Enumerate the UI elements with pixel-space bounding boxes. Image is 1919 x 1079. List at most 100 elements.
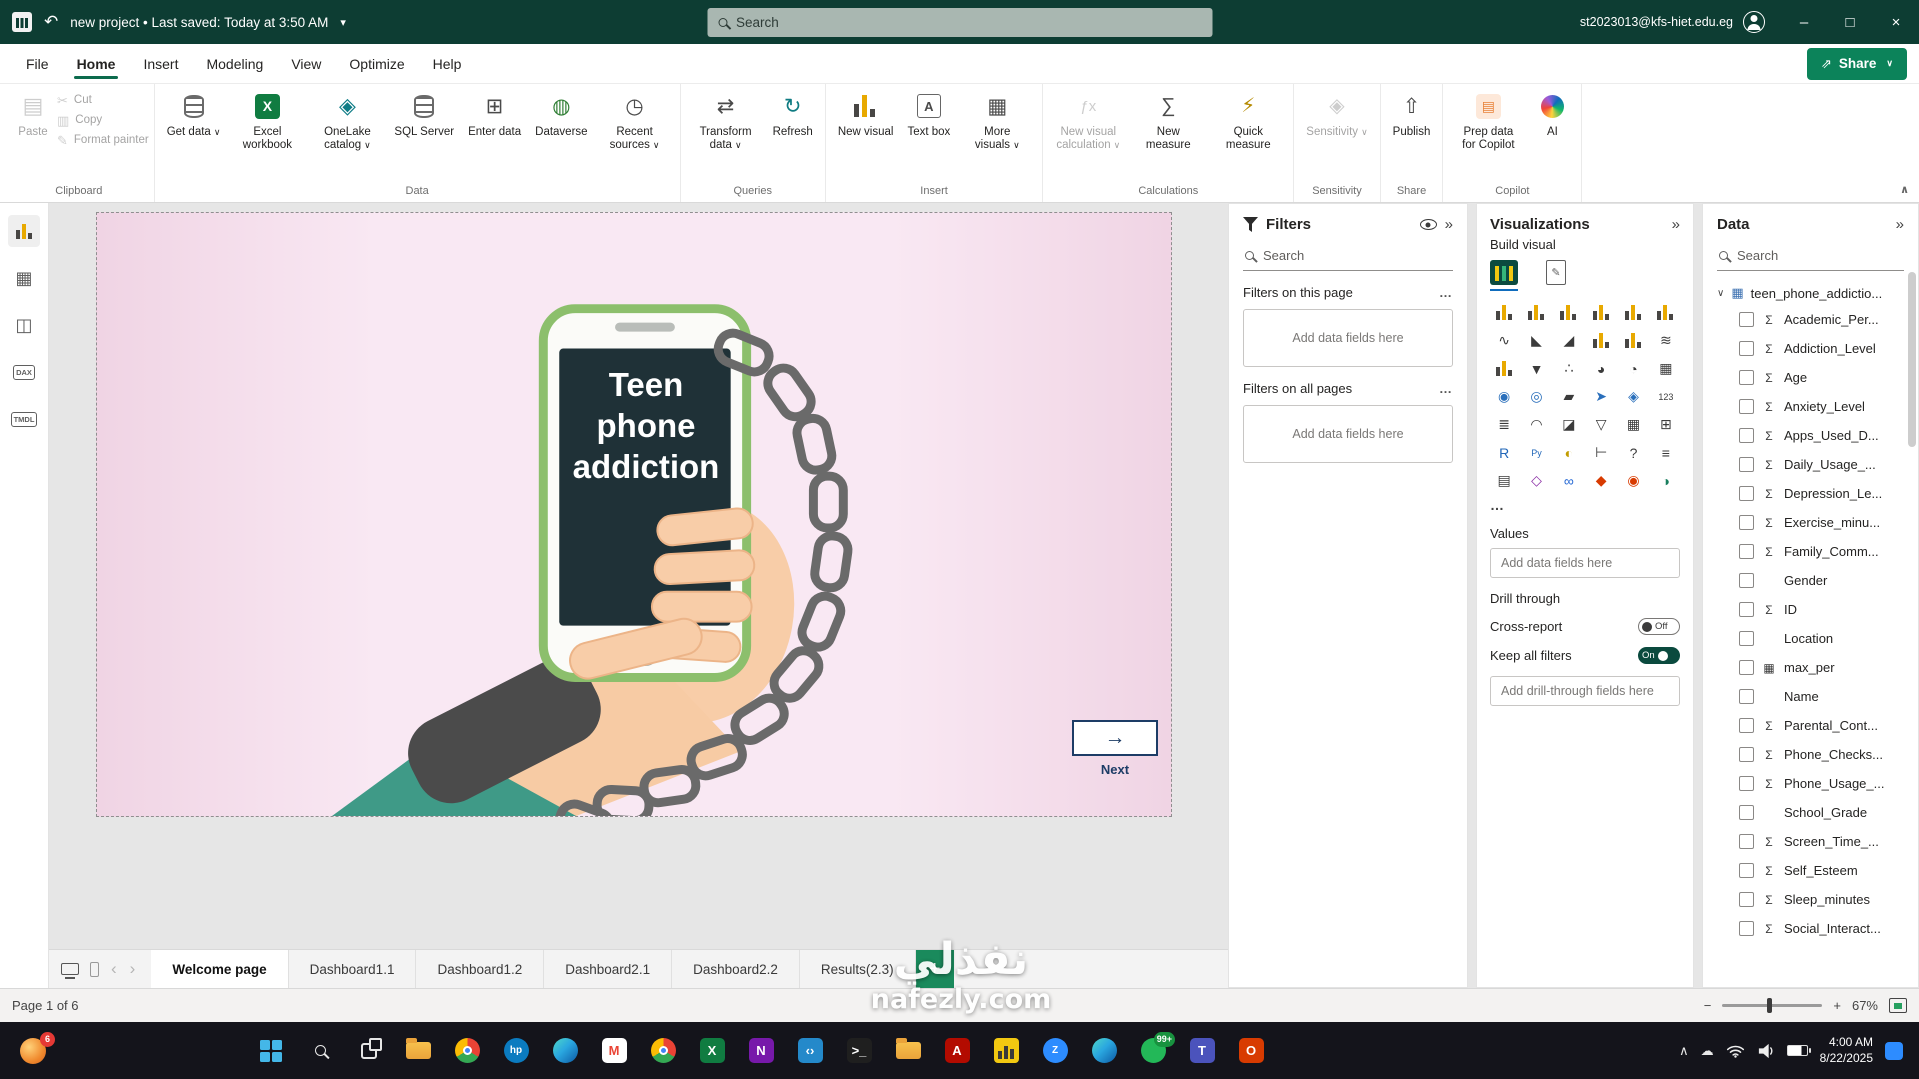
field-exercise-minu[interactable]: ΣExercise_minu... [1717,508,1904,537]
field-checkbox[interactable] [1739,660,1754,675]
page-tab-dashboard2-2[interactable]: Dashboard2.2 [672,950,800,988]
table-icon[interactable]: ▦ [1619,413,1647,436]
decomposition-tree-icon[interactable]: ⊢ [1587,441,1615,464]
eye-icon[interactable] [1420,219,1437,230]
gmail-icon[interactable]: M [593,1030,635,1072]
drill-through-dropzone[interactable]: Add drill-through fields here [1490,676,1680,706]
power-bi-icon[interactable] [985,1030,1027,1072]
funnel-chart-icon[interactable]: ▼ [1522,357,1550,380]
transform-data-button[interactable]: ⇄Transform data∨ [686,86,766,156]
field-checkbox[interactable] [1739,457,1754,472]
field-age[interactable]: ΣAge [1717,363,1904,392]
data-search-input[interactable] [1737,248,1913,263]
page-tab-dashboard1-2[interactable]: Dashboard1.2 [416,950,544,988]
donut-chart-icon[interactable]: ◔ [1619,357,1647,380]
file-explorer-icon[interactable] [397,1030,439,1072]
field-checkbox[interactable] [1739,312,1754,327]
prep-data-for-copilot-button[interactable]: ▤Prep data for Copilot [1448,86,1528,156]
fit-to-page-icon[interactable] [1889,998,1907,1013]
field-checkbox[interactable] [1739,428,1754,443]
folder-icon[interactable] [887,1030,929,1072]
maximize-button[interactable]: □ [1827,0,1873,44]
acrobat-icon[interactable]: A [936,1030,978,1072]
edge-icon[interactable] [544,1030,586,1072]
onenote-icon[interactable]: N [740,1030,782,1072]
close-button[interactable]: × [1873,0,1919,44]
zoom-out-button[interactable]: − [1704,998,1712,1013]
field-checkbox[interactable] [1739,834,1754,849]
100-stacked-column-chart-icon[interactable] [1652,301,1680,324]
chrome-icon[interactable] [446,1030,488,1072]
field-social-interact[interactable]: ΣSocial_Interact... [1717,914,1904,943]
filters-all-pages-dropzone[interactable]: Add data fields here [1243,405,1453,463]
field-school-grade[interactable]: School_Grade [1717,798,1904,827]
more-options-icon[interactable]: … [1439,285,1453,300]
menu-modeling[interactable]: Modeling [192,47,277,81]
get-data-button[interactable]: Get data∨ [160,86,228,143]
page-tab-dashboard2-1[interactable]: Dashboard2.1 [544,950,672,988]
scrollbar-thumb[interactable] [1908,272,1916,447]
next-button[interactable]: → [1072,720,1158,756]
map-icon[interactable]: ◉ [1490,385,1518,408]
pie-chart-icon[interactable]: ◕ [1587,357,1615,380]
global-search-input[interactable] [736,15,1201,30]
menu-insert[interactable]: Insert [129,47,192,81]
powerbi-app-icon[interactable] [12,12,32,32]
field-checkbox[interactable] [1739,863,1754,878]
battery-icon[interactable] [1787,1045,1808,1056]
waterfall-chart-icon[interactable] [1490,357,1518,380]
notification-center-icon[interactable] [1885,1042,1903,1060]
account-avatar-icon[interactable] [1743,11,1765,33]
excel-workbook-button[interactable]: XExcel workbook [227,86,307,156]
multi-row-card-icon[interactable]: ≣ [1490,413,1518,436]
line-and-clustered-column-chart-icon[interactable] [1619,329,1647,352]
field-checkbox[interactable] [1739,776,1754,791]
outlook-icon[interactable]: O [1230,1030,1272,1072]
q-and-a-icon[interactable]: ? [1619,441,1647,464]
field-checkbox[interactable] [1739,892,1754,907]
field-phone-usage[interactable]: ΣPhone_Usage_... [1717,769,1904,798]
dax-query-view-icon[interactable]: DAX [8,356,40,388]
power-automate-icon[interactable]: ∞ [1555,469,1583,492]
field-checkbox[interactable] [1739,515,1754,530]
volume-icon[interactable] [1757,1043,1775,1059]
teams-icon[interactable]: T [1181,1030,1223,1072]
field-checkbox[interactable] [1739,573,1754,588]
field-checkbox[interactable] [1739,341,1754,356]
page-tab-welcome-page[interactable]: Welcome page [151,950,288,988]
card-icon[interactable]: 123 [1652,385,1680,408]
edge-beta-icon[interactable] [1083,1030,1125,1072]
collapse-filters-pane-icon[interactable]: » [1445,216,1453,233]
new-measure-button[interactable]: ∑New measure [1128,86,1208,156]
stacked-bar-chart-icon[interactable] [1490,301,1518,324]
vs-code-icon[interactable]: ‹› [789,1030,831,1072]
slicer-icon[interactable]: ▽ [1587,413,1615,436]
arcgis-map-icon[interactable]: ➤ [1587,385,1615,408]
field-location[interactable]: Location [1717,624,1904,653]
data-pane-scrollbar[interactable] [1907,268,1916,983]
desktop-view-icon[interactable] [61,963,79,975]
field-name[interactable]: Name [1717,682,1904,711]
table-view-icon[interactable]: ▦ [8,262,40,294]
terminal-icon[interactable]: >_ [838,1030,880,1072]
publish-button[interactable]: ⇧Publish [1386,86,1438,143]
text-box-button[interactable]: AText box [900,86,957,143]
report-view-icon[interactable] [8,215,40,247]
recent-sources-button[interactable]: ◷Recent sources∨ [595,86,675,156]
field-checkbox[interactable] [1739,399,1754,414]
build-visual-mode-tab[interactable] [1490,260,1518,291]
field-checkbox[interactable] [1739,689,1754,704]
report-page[interactable]: Teen phone addiction → Next [96,212,1172,817]
field-sleep-minutes[interactable]: ΣSleep_minutes [1717,885,1904,914]
zoom-slider[interactable] [1722,1004,1822,1007]
menu-help[interactable]: Help [419,47,476,81]
onelake-catalog-button[interactable]: ◈OneLake catalog∨ [307,86,387,156]
filters-on-page-dropzone[interactable]: Add data fields here [1243,309,1453,367]
model-view-icon[interactable]: ◫ [8,309,40,341]
field-parental-cont[interactable]: ΣParental_Cont... [1717,711,1904,740]
chrome-profile-icon[interactable] [642,1030,684,1072]
line-chart-icon[interactable]: ∿ [1490,329,1518,352]
refresh-button[interactable]: ↻Refresh [766,86,820,143]
mobile-view-icon[interactable] [90,962,99,977]
field-self-esteem[interactable]: ΣSelf_Esteem [1717,856,1904,885]
